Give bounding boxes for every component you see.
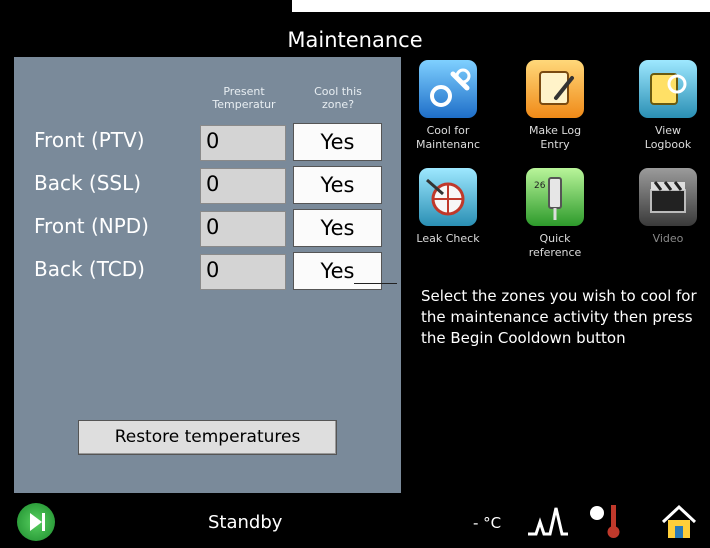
zone-label: Back (SSL) (34, 171, 142, 195)
present-temp-header: Present Temperatur (212, 85, 276, 111)
instruction-text: Select the zones you wish to cool for th… (421, 287, 697, 347)
tile-quick-reference[interactable]: 26 Quick reference (518, 168, 592, 260)
temperature-gauge-icon[interactable] (585, 501, 631, 541)
play-icon[interactable] (17, 503, 55, 541)
top-strip (0, 0, 710, 12)
pointer-line (354, 283, 397, 284)
zone-label: Back (TCD) (34, 257, 145, 281)
cool-zone-button[interactable]: Yes (293, 123, 382, 161)
cool-zone-button[interactable]: Yes (293, 209, 382, 247)
tile-cool-for-maintenance[interactable]: Cool for Maintenanc (411, 60, 485, 152)
zone-label: Front (PTV) (34, 128, 145, 152)
title-bar: Maintenance (0, 12, 710, 56)
zone-panel: Present Temperatur Cool this zone? Front… (14, 57, 401, 493)
status-bar: Standby - °C (0, 496, 710, 548)
temperature-readout: - °C (473, 514, 502, 532)
temp-field: 0 (200, 125, 286, 161)
cool-zone-button[interactable]: Yes (293, 166, 382, 204)
logbook-icon (639, 60, 697, 118)
tile-view-logbook[interactable]: View Logbook (631, 60, 705, 152)
temp-field: 0 (200, 211, 286, 247)
wrench-gear-icon (419, 60, 477, 118)
status-text: Standby (208, 512, 283, 533)
log-pen-icon (526, 60, 584, 118)
temp-field: 0 (200, 168, 286, 204)
zone-label: Front (NPD) (34, 214, 149, 238)
tile-make-log-entry[interactable]: Make Log Entry (518, 60, 592, 152)
svg-text:26: 26 (534, 181, 546, 191)
video-clapper-icon (639, 168, 697, 226)
page-title: Maintenance (287, 28, 423, 52)
tile-leak-check[interactable]: Leak Check (411, 168, 485, 246)
cool-zone-button[interactable]: Yes (293, 252, 382, 290)
tile-video[interactable]: Video (631, 168, 705, 246)
signal-icon[interactable] (526, 504, 570, 540)
leak-check-icon (419, 168, 477, 226)
restore-temperatures-button[interactable]: Restore temperatures (78, 420, 337, 455)
temp-field: 0 (200, 254, 286, 290)
home-icon[interactable] (660, 504, 698, 540)
cool-zone-header: Cool this zone? (314, 85, 362, 111)
quick-reference-icon: 26 (526, 168, 584, 226)
